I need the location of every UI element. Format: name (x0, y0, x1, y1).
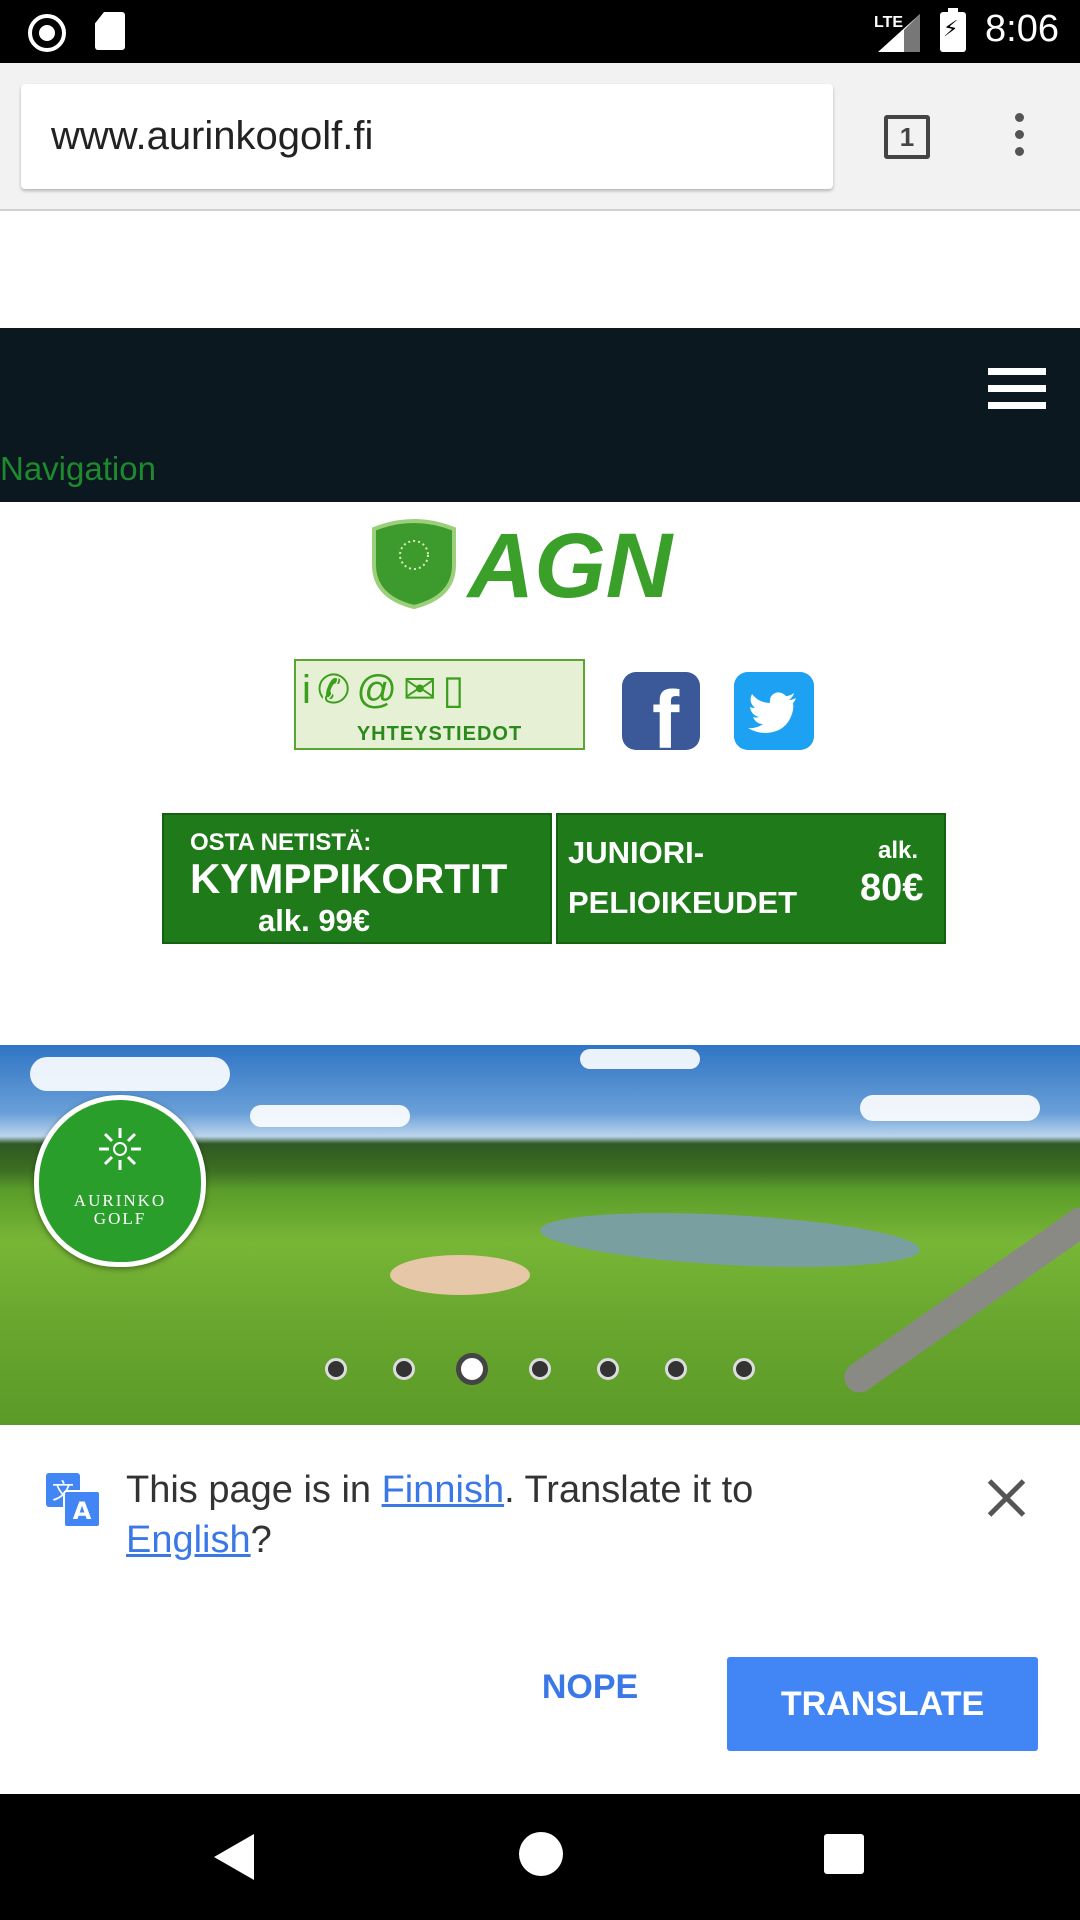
contact-banner-label: YHTEYSTIEDOT (356, 723, 523, 745)
sd-card-icon (95, 12, 125, 50)
network-type-label: LTE (874, 14, 904, 31)
clock: 8:06 (985, 8, 1059, 50)
promo-left-line2: KYMPPIKORTIT (190, 855, 508, 902)
facebook-icon[interactable]: f (622, 672, 700, 750)
contact-icons: i✆@✉▯ (302, 665, 582, 715)
system-navigation-bar (0, 1794, 1080, 1920)
slideshow-dot[interactable] (393, 1358, 415, 1380)
contact-banner[interactable]: i✆@✉▯ YHTEYSTIEDOT (294, 659, 585, 750)
slideshow-dot[interactable] (325, 1358, 347, 1380)
home-icon[interactable] (519, 1832, 563, 1876)
back-icon[interactable] (214, 1834, 254, 1880)
phone-icon: ✆ (316, 668, 357, 712)
slideshow-dot[interactable] (665, 1358, 687, 1380)
promo-left-line3: alk. 99€ (258, 903, 371, 938)
agn-logo[interactable]: AGN (370, 515, 690, 609)
url-bar[interactable]: www.aurinkogolf.fi (21, 84, 833, 189)
translate-message: This page is in Finnish. Translate it to… (126, 1465, 786, 1565)
twitter-icon[interactable] (734, 672, 814, 750)
translate-text-middle: . Translate it to (504, 1469, 754, 1511)
status-bar: LTE 8:06 (0, 0, 1080, 63)
navigation-label[interactable]: Navigation (0, 450, 156, 488)
hero-slideshow[interactable]: AURINKO GOLF (0, 1045, 1080, 1425)
slideshow-dot[interactable] (733, 1358, 755, 1380)
agn-logo-text: AGN (466, 515, 675, 609)
logo-line-2: GOLF (93, 1209, 147, 1228)
slideshow-dots (320, 1353, 770, 1385)
hero-bunker (390, 1255, 530, 1295)
hero-cloud (580, 1049, 700, 1069)
aurinko-golf-logo-text: AURINKO GOLF (39, 1192, 201, 1228)
info-icon: i (302, 668, 317, 712)
promo-left-line1: OSTA NETISTÄ: (190, 829, 372, 856)
record-icon (28, 14, 66, 52)
promo-right-line1: JUNIORI- (568, 835, 705, 870)
mobile-icon: ▯ (442, 668, 471, 712)
nope-button[interactable]: NOPE (520, 1657, 660, 1717)
google-translate-icon: 文 A (46, 1473, 100, 1527)
junioripelioikeudet-banner[interactable]: JUNIORI- PELIOIKEUDET alk. 80€ (556, 813, 946, 944)
url-text: www.aurinkogolf.fi (51, 114, 374, 158)
promo-right-alk: alk. (878, 837, 919, 864)
slideshow-dot[interactable] (529, 1358, 551, 1380)
target-language-link[interactable]: English (126, 1519, 251, 1561)
hero-lake (538, 1205, 922, 1275)
promo-right-price: 80€ (860, 867, 924, 909)
translate-text-prefix: This page is in (126, 1469, 382, 1511)
source-language-link[interactable]: Finnish (382, 1469, 505, 1511)
hero-cloud (30, 1057, 230, 1091)
hamburger-menu-icon[interactable] (988, 368, 1048, 409)
aurinko-golf-logo: AURINKO GOLF (34, 1095, 206, 1267)
overflow-menu-icon[interactable] (1006, 113, 1032, 163)
translate-text-suffix: ? (250, 1519, 272, 1561)
battery-charging-icon (940, 8, 966, 52)
translate-button[interactable]: TRANSLATE (727, 1657, 1038, 1751)
recents-icon[interactable] (824, 1834, 864, 1874)
at-icon: @ (356, 668, 404, 712)
translate-infobar: 文 A This page is in Finnish. Translate i… (0, 1425, 1080, 1795)
tab-switcher-icon[interactable]: 1 (884, 115, 930, 159)
svg-text:A: A (73, 1497, 92, 1525)
kymppikortit-banner[interactable]: OSTA NETISTÄ: KYMPPIKORTIT alk. 99€ (162, 813, 552, 944)
site-nav-bar: Navigation (0, 328, 1080, 502)
hero-cloud (860, 1095, 1040, 1121)
browser-toolbar: www.aurinkogolf.fi 1 (0, 63, 1080, 211)
logo-line-1: AURINKO (73, 1191, 167, 1210)
close-icon[interactable] (986, 1477, 1026, 1517)
hero-cloud (250, 1105, 410, 1127)
sun-icon (99, 1128, 141, 1170)
slideshow-dot-active[interactable] (456, 1353, 488, 1385)
mail-icon: ✉ (403, 668, 443, 712)
slideshow-dot[interactable] (597, 1358, 619, 1380)
promo-right-line2: PELIOIKEUDET (568, 885, 798, 920)
